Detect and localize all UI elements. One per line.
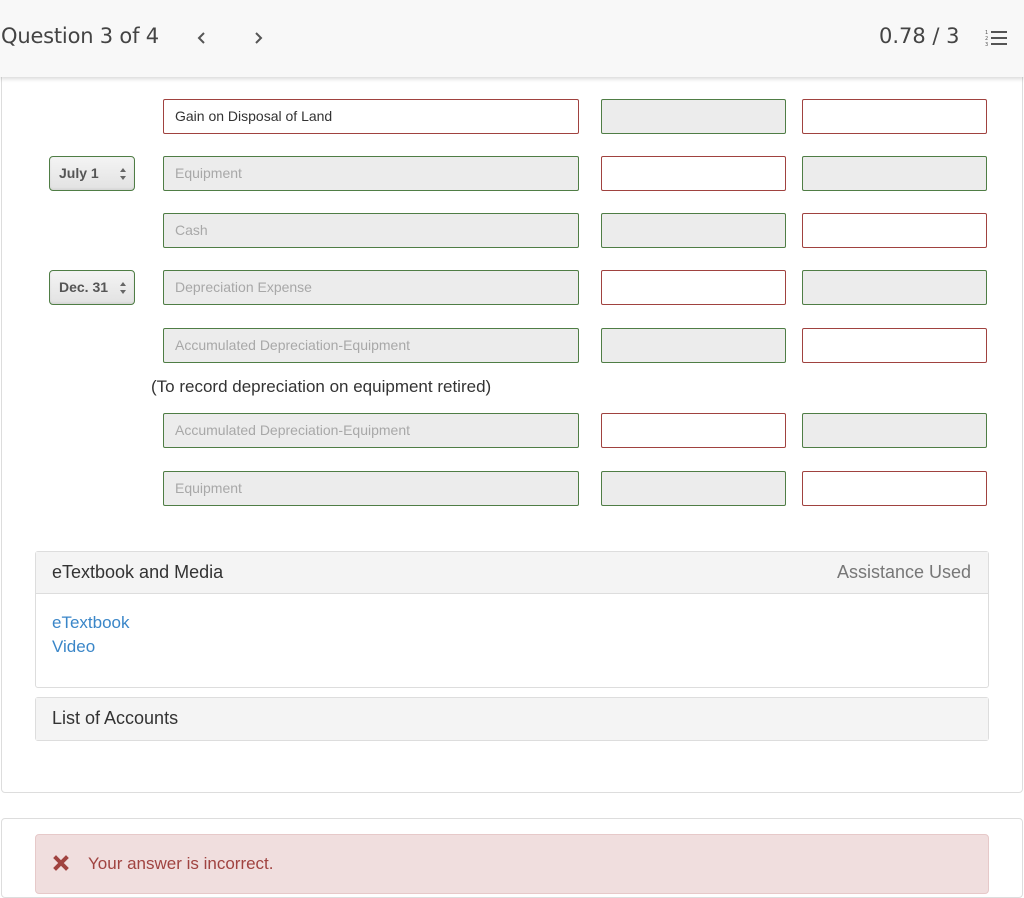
chevron-left-icon: [197, 32, 205, 44]
list-of-accounts-panel[interactable]: List of Accounts: [35, 697, 989, 741]
credit-amount-field[interactable]: [802, 471, 987, 506]
date-select-value: July 1: [59, 165, 99, 181]
credit-amount-field[interactable]: [802, 413, 987, 448]
credit-amount-field[interactable]: [802, 328, 987, 363]
etextbook-media-panel: eTextbook and Media Assistance Used eTex…: [35, 551, 989, 688]
debit-amount-field[interactable]: [601, 471, 786, 506]
credit-amount-field[interactable]: [802, 99, 987, 134]
chevron-right-icon: [255, 32, 263, 44]
select-updown-icon: [120, 282, 126, 294]
numbered-list-icon: 1 2 3: [985, 30, 1007, 48]
account-field[interactable]: Gain on Disposal of Land: [163, 99, 579, 134]
credit-amount-field[interactable]: [802, 270, 987, 305]
date-select-value: Dec. 31: [59, 279, 109, 295]
question-header: Question 3 of 4 0.78 / 3 1 2 3: [0, 0, 1024, 77]
question-list-button[interactable]: 1 2 3: [984, 28, 1008, 48]
account-field[interactable]: Accumulated Depreciation-Equipment: [163, 328, 579, 363]
incorrect-answer-alert: Your answer is incorrect.: [35, 834, 989, 894]
debit-amount-field[interactable]: [601, 156, 786, 191]
panel-title: List of Accounts: [52, 708, 179, 728]
debit-amount-field[interactable]: [601, 99, 786, 134]
x-icon: [53, 855, 69, 871]
credit-amount-field[interactable]: [802, 213, 987, 248]
previous-question-button[interactable]: [192, 26, 212, 50]
etextbook-panel-header[interactable]: eTextbook and Media Assistance Used: [36, 552, 988, 594]
account-field[interactable]: Equipment: [163, 471, 579, 506]
video-link[interactable]: Video: [52, 635, 972, 659]
account-field[interactable]: Accumulated Depreciation-Equipment: [163, 413, 579, 448]
svg-text:3: 3: [985, 42, 988, 48]
credit-amount-field[interactable]: [802, 156, 987, 191]
panel-title: eTextbook and Media: [52, 562, 224, 582]
date-select[interactable]: Dec. 31: [49, 270, 135, 305]
debit-amount-field[interactable]: [601, 213, 786, 248]
etextbook-link[interactable]: eTextbook: [52, 611, 972, 635]
next-question-button[interactable]: [248, 26, 268, 50]
account-field[interactable]: Cash: [163, 213, 579, 248]
score-display: 0.78 / 3: [879, 24, 960, 48]
question-counter: Question 3 of 4: [1, 24, 159, 48]
debit-amount-field[interactable]: [601, 270, 786, 305]
journal-memo: (To record depreciation on equipment ret…: [151, 377, 492, 396]
account-field[interactable]: Equipment: [163, 156, 579, 191]
account-field[interactable]: Depreciation Expense: [163, 270, 579, 305]
date-select[interactable]: July 1: [49, 156, 135, 191]
debit-amount-field[interactable]: [601, 328, 786, 363]
select-updown-icon: [120, 168, 126, 180]
feedback-message: Your answer is incorrect.: [88, 854, 274, 873]
assistance-status: Assistance Used: [836, 562, 971, 582]
debit-amount-field[interactable]: [601, 413, 786, 448]
